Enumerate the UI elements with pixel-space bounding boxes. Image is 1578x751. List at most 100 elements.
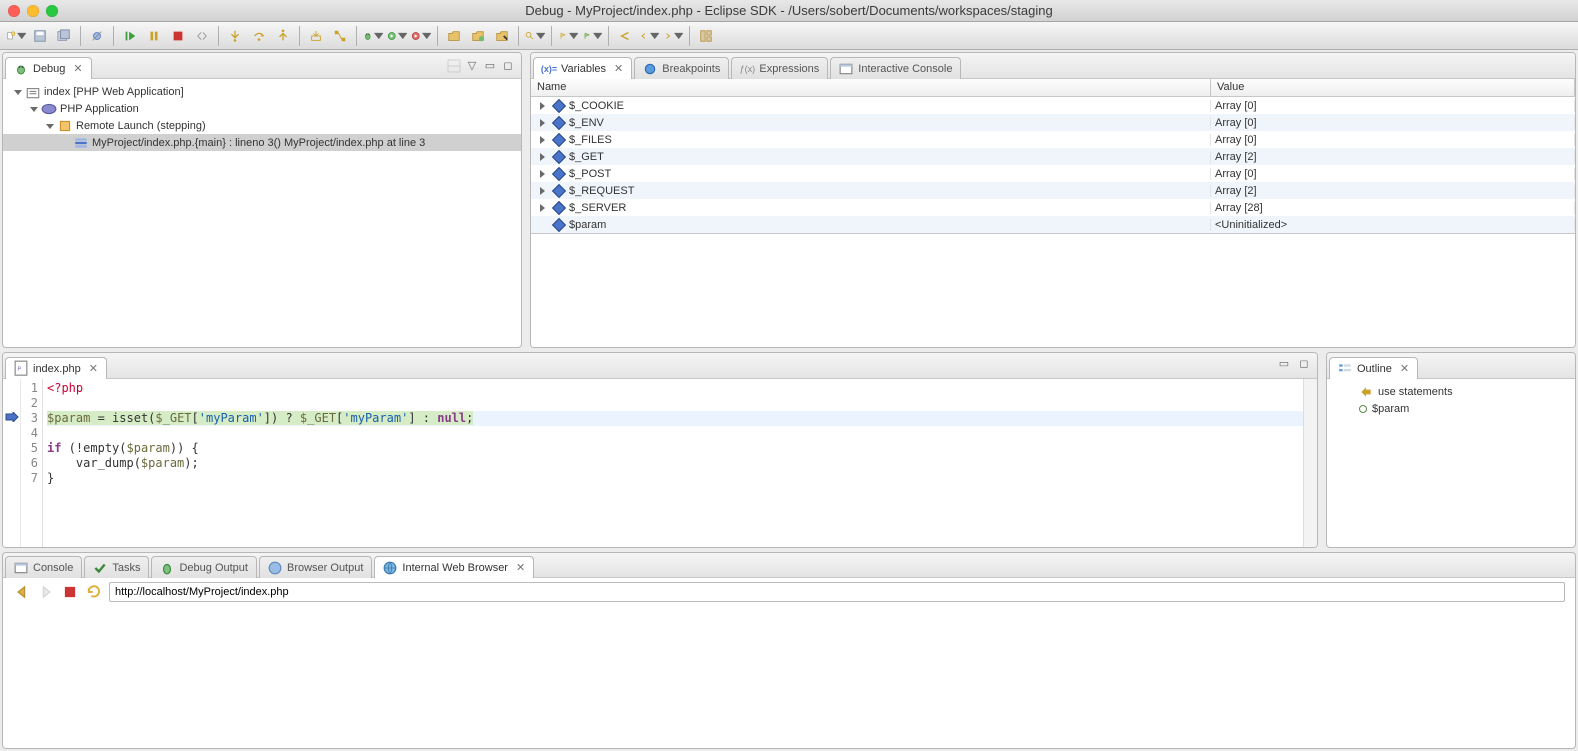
close-icon[interactable]: ✕ [89, 362, 98, 375]
twisty-open-icon[interactable] [13, 87, 23, 97]
tree-node-thread[interactable]: Remote Launch (stepping) [3, 117, 521, 134]
line-number-ruler[interactable]: 1 2 3 4 5 6 7 [21, 379, 43, 547]
variable-name: $_SERVER [569, 202, 626, 214]
browser-stop-button[interactable] [61, 583, 79, 601]
debug-output-tab[interactable]: Debug Output [151, 556, 257, 578]
console-tab[interactable]: Console [5, 556, 82, 578]
variable-row[interactable]: $_FILESArray [0] [531, 131, 1575, 148]
outline-tree[interactable]: use statements $param [1327, 379, 1575, 421]
outline-icon [1338, 362, 1352, 376]
browser-content[interactable] [2, 606, 1576, 749]
new-button[interactable] [5, 25, 27, 47]
variable-row[interactable]: $param<Uninitialized> [531, 216, 1575, 233]
close-icon[interactable]: ✕ [73, 62, 82, 75]
outline-item[interactable]: use statements [1329, 383, 1573, 400]
variable-value: Array [2] [1211, 151, 1575, 163]
variable-row[interactable]: $_ENVArray [0] [531, 114, 1575, 131]
variable-detail-pane[interactable] [531, 233, 1575, 313]
suspend-button[interactable] [143, 25, 165, 47]
forward-history-button[interactable] [662, 25, 684, 47]
view-layout-icon[interactable] [447, 59, 461, 73]
browser-output-tab[interactable]: Browser Output [259, 556, 372, 578]
code-editor[interactable]: 1 2 3 4 5 6 7 <?php $param = isset($_GET… [3, 379, 1317, 547]
minimize-view-icon[interactable]: ▭ [483, 59, 497, 73]
twisty-open-icon[interactable] [45, 121, 55, 131]
step-return-button[interactable] [272, 25, 294, 47]
code-content[interactable]: <?php $param = isset($_GET['myParam']) ?… [43, 379, 1303, 547]
open-type-button[interactable] [491, 25, 513, 47]
new-project-button[interactable] [443, 25, 465, 47]
twisty-closed-icon[interactable] [537, 186, 547, 196]
annotation-prev-button[interactable] [557, 25, 579, 47]
drop-to-frame-button[interactable] [305, 25, 327, 47]
maximize-view-icon[interactable]: ◻ [501, 59, 515, 73]
maximize-view-icon[interactable]: ◻ [1297, 356, 1311, 370]
use-step-filters-button[interactable] [329, 25, 351, 47]
internal-browser-tab[interactable]: Internal Web Browser ✕ [374, 556, 534, 578]
browser-output-icon [268, 561, 282, 575]
tasks-tab[interactable]: Tasks [84, 556, 149, 578]
variable-row[interactable]: $_GET Array [2] [531, 148, 1575, 165]
interactive-console-tab[interactable]: Interactive Console [830, 57, 961, 79]
run-dropdown-button[interactable] [386, 25, 408, 47]
debug-dropdown-button[interactable] [362, 25, 384, 47]
header-value[interactable]: Value [1211, 79, 1575, 96]
variable-row[interactable]: $_SERVERArray [28] [531, 199, 1575, 216]
view-menu-icon[interactable]: ▽ [465, 59, 479, 73]
step-into-button[interactable] [224, 25, 246, 47]
console-icon [839, 62, 853, 76]
twisty-closed-icon[interactable] [537, 203, 547, 213]
browser-back-button[interactable] [13, 583, 31, 601]
variable-row[interactable]: $_POSTArray [0] [531, 165, 1575, 182]
variable-row[interactable]: $_COOKIEArray [0] [531, 97, 1575, 114]
php-app-icon [41, 101, 57, 117]
interactive-console-tab-label: Interactive Console [858, 63, 952, 75]
perspective-button[interactable] [695, 25, 717, 47]
close-icon[interactable]: ✕ [614, 62, 623, 75]
editor-tab[interactable]: P index.php ✕ [5, 357, 107, 379]
debug-tree[interactable]: index [PHP Web Application] PHP Applicat… [3, 79, 521, 347]
twisty-open-icon[interactable] [29, 104, 39, 114]
twisty-closed-icon[interactable] [537, 101, 547, 111]
browser-forward-button[interactable] [37, 583, 55, 601]
run-last-button[interactable] [410, 25, 432, 47]
expressions-tab[interactable]: ƒ(x) Expressions [731, 57, 828, 79]
twisty-closed-icon[interactable] [537, 135, 547, 145]
twisty-closed-icon[interactable] [537, 169, 547, 179]
close-icon[interactable]: ✕ [1400, 362, 1409, 375]
tree-node-app[interactable]: PHP Application [3, 100, 521, 117]
search-button[interactable] [524, 25, 546, 47]
save-button[interactable] [29, 25, 51, 47]
tree-node-launch[interactable]: index [PHP Web Application] [3, 83, 521, 100]
debug-tab[interactable]: Debug ✕ [5, 57, 92, 79]
header-name[interactable]: Name [531, 79, 1211, 96]
marker-ruler[interactable] [3, 379, 21, 547]
save-all-button[interactable] [53, 25, 75, 47]
open-project-button[interactable] [467, 25, 489, 47]
variables-tab[interactable]: (x)= Variables ✕ [533, 57, 632, 79]
variable-name: $_GET [569, 151, 604, 163]
breakpoints-tab[interactable]: Breakpoints [634, 57, 729, 79]
step-over-button[interactable] [248, 25, 270, 47]
variable-icon [552, 166, 566, 180]
minimize-view-icon[interactable]: ▭ [1277, 356, 1291, 370]
browser-refresh-button[interactable] [85, 583, 103, 601]
browser-url-input[interactable] [109, 582, 1565, 602]
tree-node-stackframe[interactable]: MyProject/index.php.{main} : lineno 3() … [3, 134, 521, 151]
outline-tab[interactable]: Outline ✕ [1329, 357, 1418, 379]
outline-item[interactable]: $param [1329, 400, 1573, 417]
disconnect-button[interactable] [191, 25, 213, 47]
annotation-next-button[interactable] [581, 25, 603, 47]
back-history-button[interactable] [638, 25, 660, 47]
skip-breakpoints-button[interactable] [86, 25, 108, 47]
twisty-closed-icon[interactable] [537, 152, 547, 162]
terminate-button[interactable] [167, 25, 189, 47]
twisty-closed-icon[interactable] [537, 118, 547, 128]
variable-row[interactable]: $_REQUESTArray [2] [531, 182, 1575, 199]
variable-name: $_FILES [569, 134, 612, 146]
last-edit-button[interactable] [614, 25, 636, 47]
close-icon[interactable]: ✕ [516, 561, 525, 574]
overview-ruler[interactable] [1303, 379, 1317, 547]
resume-button[interactable] [119, 25, 141, 47]
variables-table[interactable]: $_COOKIEArray [0]$_ENVArray [0]$_FILESAr… [531, 97, 1575, 233]
